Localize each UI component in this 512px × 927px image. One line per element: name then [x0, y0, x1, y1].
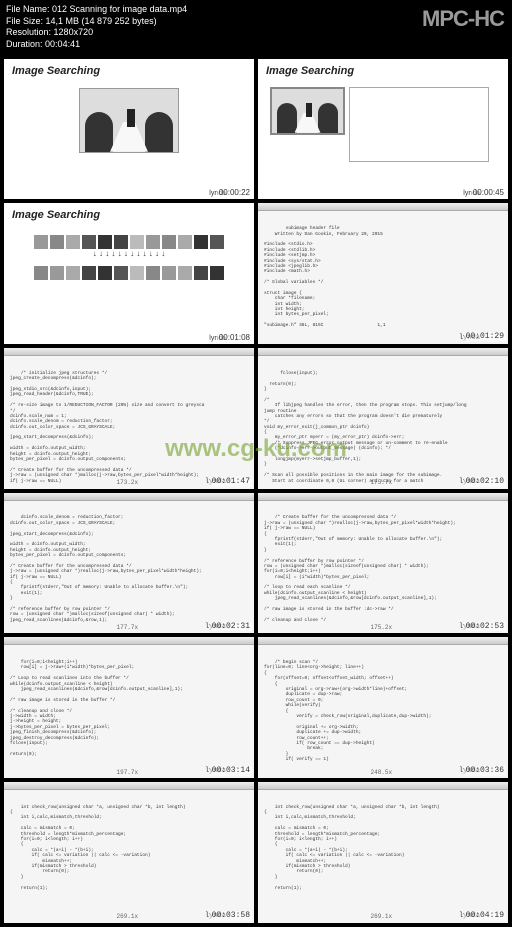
- ratio: 175.2x: [371, 624, 393, 631]
- ratio: 248.5x: [371, 769, 393, 776]
- window-titlebar: [258, 637, 508, 645]
- timestamp: 00:01:29: [464, 332, 506, 342]
- thumbnail-2[interactable]: Image Searching lynda 00:00:45: [258, 59, 508, 200]
- code-content: /* initialize jpeg structures */ jpeg_cr…: [10, 371, 204, 484]
- thumbnail-8[interactable]: /* Create buffer for the uncompressed da…: [258, 493, 508, 634]
- code-content: fclose(input); return(0); } /* If libjpe…: [264, 371, 467, 484]
- blank-canvas: [349, 87, 489, 162]
- wedding-photo-small: [270, 87, 345, 135]
- timestamp: 00:02:10: [464, 477, 506, 487]
- app-logo: MPC-HC: [422, 6, 504, 32]
- timestamp: 00:01:08: [217, 333, 252, 342]
- pixel-row-bottom: [4, 266, 254, 280]
- timestamp: 00:01:47: [210, 477, 252, 487]
- timestamp: 00:02:31: [210, 622, 252, 632]
- window-titlebar: [4, 637, 254, 645]
- window-titlebar: [258, 203, 508, 211]
- ratio: 269.1x: [371, 913, 393, 920]
- timestamp: 00:02:53: [464, 622, 506, 632]
- code-content: subimage header file Written by Dan Gook…: [264, 226, 386, 328]
- ratio: 269.1x: [117, 913, 139, 920]
- timestamp: 00:00:45: [471, 188, 506, 197]
- code-content: dcinfo.scale_denom = reduction_factor; d…: [10, 515, 202, 622]
- window-titlebar: [4, 348, 254, 356]
- code-content: int check_row(unsigned char *a, unsigned…: [264, 805, 440, 891]
- thumbnail-4[interactable]: subimage header file Written by Dan Gook…: [258, 203, 508, 344]
- timestamp: 00:03:58: [210, 911, 252, 921]
- thumbnail-9[interactable]: for(i=0;i<height;i++) row[i] = j->raw+(i…: [4, 637, 254, 778]
- thumbnail-10[interactable]: /* begin scan */ for(line=0; line<org->h…: [258, 637, 508, 778]
- code-content: /* begin scan */ for(line=0; line<org->h…: [264, 660, 431, 762]
- timestamp: 00:03:14: [210, 766, 252, 776]
- slide-title: Image Searching: [258, 59, 508, 83]
- timestamp: 00:00:22: [217, 188, 252, 197]
- ratio: 173.2x: [117, 479, 139, 486]
- window-titlebar: [4, 782, 254, 790]
- thumbnail-1[interactable]: Image Searching lynda 00:00:22: [4, 59, 254, 200]
- arrows-row: ↓ ↓ ↓ ↓ ↓ ↓ ↓ ↓ ↓ ↓ ↓ ↓: [4, 249, 254, 258]
- window-titlebar: [258, 348, 508, 356]
- code-content: /* Create buffer for the uncompressed da…: [264, 515, 456, 622]
- thumbnail-7[interactable]: dcinfo.scale_denom = reduction_factor; d…: [4, 493, 254, 634]
- thumbnail-5[interactable]: /* initialize jpeg structures */ jpeg_cr…: [4, 348, 254, 489]
- code-content: for(i=0;i<height;i++) row[i] = j->raw+(i…: [10, 660, 183, 757]
- thumbnail-grid: Image Searching lynda 00:00:22 Image Sea…: [0, 55, 512, 927]
- ratio: 197.7x: [117, 769, 139, 776]
- pixel-row-top: [4, 235, 254, 249]
- ratio: 175.7x: [371, 479, 393, 486]
- thumbnail-11[interactable]: int check_row(unsigned char *a, unsigned…: [4, 782, 254, 923]
- slide-title: Image Searching: [4, 203, 254, 227]
- thumbnail-3[interactable]: Image Searching ↓ ↓ ↓ ↓ ↓ ↓ ↓ ↓ ↓ ↓ ↓ ↓ …: [4, 203, 254, 344]
- timestamp: 00:04:19: [464, 911, 506, 921]
- slide-title: Image Searching: [4, 59, 254, 83]
- window-titlebar: [258, 493, 508, 501]
- thumbnail-12[interactable]: int check_row(unsigned char *a, unsigned…: [258, 782, 508, 923]
- thumbnail-6[interactable]: fclose(input); return(0); } /* If libjpe…: [258, 348, 508, 489]
- timestamp: 00:03:36: [464, 766, 506, 776]
- window-titlebar: [4, 493, 254, 501]
- code-content: int check_row(unsigned char *a, unsigned…: [10, 805, 186, 891]
- wedding-photo: [79, 88, 179, 153]
- ratio: 177.7x: [117, 624, 139, 631]
- window-titlebar: [258, 782, 508, 790]
